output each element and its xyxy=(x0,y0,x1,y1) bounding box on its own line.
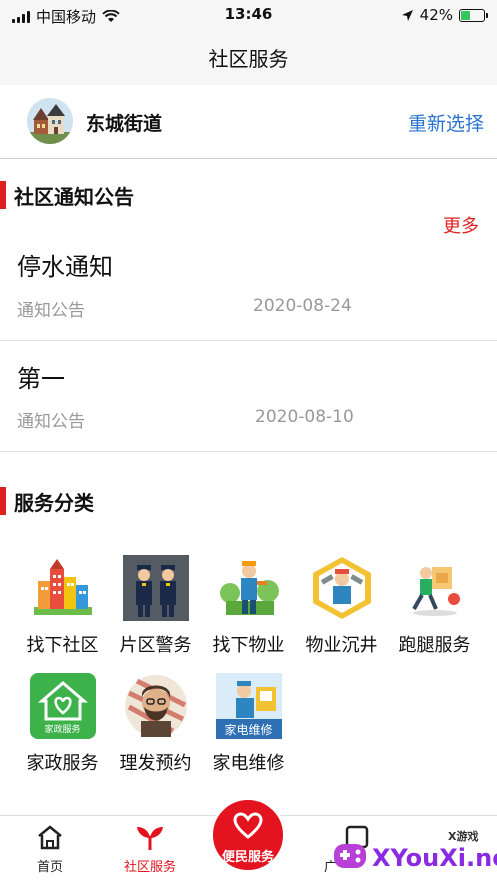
notice-section-title: 社区通知公告 xyxy=(14,184,134,209)
police-officers-icon xyxy=(122,555,189,621)
service-item-barber[interactable]: 理发预约 xyxy=(109,673,202,775)
battery-percent: 42% xyxy=(419,6,453,24)
street-building-icon xyxy=(27,98,73,144)
tab-label: 首页 xyxy=(36,860,63,875)
heart-icon xyxy=(233,812,263,839)
service-label: 找下物业 xyxy=(212,635,285,656)
service-section-title: 服务分类 xyxy=(14,490,94,515)
service-item-repair[interactable]: 物业沉井 xyxy=(295,555,388,657)
status-bar: 中国移动 13:46 42% xyxy=(0,0,497,30)
appliance-icon-text: 家电维修 xyxy=(224,723,273,737)
tab-label: 社区服务 xyxy=(123,860,176,875)
appliance-repair-icon: 家电维修 xyxy=(215,673,282,739)
notice-title: 停水通知 xyxy=(17,253,113,281)
sprout-icon xyxy=(137,827,163,850)
section-accent-bar xyxy=(0,181,6,209)
nav-bar: 社区服务 xyxy=(0,30,497,85)
home-icon xyxy=(38,825,62,850)
housekeeping-house-icon: 家政服务 xyxy=(29,673,96,739)
avatar xyxy=(27,98,73,144)
service-label: 物业沉井 xyxy=(305,635,378,656)
service-label: 跑腿服务 xyxy=(398,635,471,656)
service-label: 家政服务 xyxy=(26,753,99,774)
service-label: 理发预约 xyxy=(119,753,192,774)
page-title: 社区服务 xyxy=(208,47,289,71)
tab-home[interactable]: 首页 xyxy=(15,824,85,875)
property-worker-icon xyxy=(216,555,282,621)
tab-label: 便民服务 xyxy=(221,850,274,865)
status-right: 42% xyxy=(401,6,488,24)
notice-section-header: 社区通知公告 xyxy=(0,180,134,210)
service-label: 找下社区 xyxy=(26,635,99,656)
notice-item[interactable]: 第一 通知公告 2020-08-10 xyxy=(0,341,497,452)
notice-title: 第一 xyxy=(17,365,65,393)
service-item-housekeeping[interactable]: 家政服务 家政服务 xyxy=(16,673,109,775)
delivery-runner-icon xyxy=(402,555,468,621)
service-label: 家电维修 xyxy=(212,753,285,774)
service-item-runner[interactable]: 跑腿服务 xyxy=(388,555,481,657)
service-label: 片区警务 xyxy=(119,635,192,656)
notice-date: 2020-08-24 xyxy=(253,296,352,316)
location-row: 东城街道 重新选择 xyxy=(0,85,497,159)
battery-icon xyxy=(459,8,488,22)
notice-tag: 通知公告 xyxy=(17,301,85,321)
reselect-button[interactable]: 重新选择 xyxy=(408,109,484,136)
barber-icon xyxy=(123,673,189,739)
notice-item[interactable]: 停水通知 通知公告 2020-08-24 xyxy=(0,230,497,341)
service-item-appliance[interactable]: 家电维修 家电维修 xyxy=(202,673,295,775)
community-buildings-icon xyxy=(30,555,96,621)
game-controller-icon xyxy=(334,844,366,868)
tab-convenience-service[interactable]: 便民服务 xyxy=(210,797,286,873)
housekeeping-icon-text: 家政服务 xyxy=(44,725,81,735)
service-section-header: 服务分类 xyxy=(0,486,94,516)
service-item-police[interactable]: 片区警务 xyxy=(109,555,202,657)
notice-tag: 通知公告 xyxy=(17,412,85,432)
location-name: 东城街道 xyxy=(86,113,163,135)
watermark-tag: X游戏 xyxy=(448,830,479,843)
service-item-community[interactable]: 找下社区 xyxy=(16,555,109,657)
battery-fill xyxy=(461,10,471,20)
service-item-property[interactable]: 找下物业 xyxy=(202,555,295,657)
tab-community-service[interactable]: 社区服务 xyxy=(115,824,185,875)
section-accent-bar xyxy=(0,487,6,515)
repair-worker-icon xyxy=(309,555,375,621)
watermark-logo: X游戏 XYouXi.net xyxy=(330,826,497,883)
notice-date: 2020-08-10 xyxy=(255,407,354,427)
watermark-brand: XYouXi.net xyxy=(372,844,497,872)
location-arrow-icon xyxy=(401,9,413,21)
